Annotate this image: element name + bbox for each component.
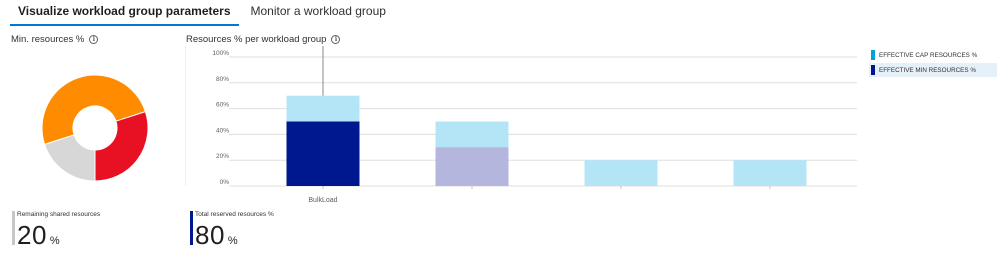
kpi-color-bar xyxy=(190,211,193,245)
donut-slice[interactable] xyxy=(94,110,148,181)
bar-effective-min[interactable] xyxy=(435,147,509,186)
legend-item-effective-min[interactable]: EFFECTIVE MIN RESOURCES % xyxy=(869,63,997,77)
legend-swatch xyxy=(871,65,875,75)
y-tick-label: 100% xyxy=(212,50,229,57)
x-tick-label: BulkLoad xyxy=(308,197,337,204)
min-resources-donut-chart xyxy=(42,75,148,181)
kpi-value: 80 xyxy=(195,220,225,250)
tab-bar: Visualize workload group parameters Moni… xyxy=(10,0,398,26)
legend-swatch xyxy=(871,50,875,60)
bar-effective-cap[interactable] xyxy=(733,160,807,186)
total-reserved-resources-kpi: Total reserved resources % 80% xyxy=(190,211,274,251)
bar-effective-cap[interactable] xyxy=(584,160,658,186)
kpi-color-bar xyxy=(12,211,15,245)
y-tick-label: 80% xyxy=(216,76,229,83)
y-tick-label: 20% xyxy=(216,153,229,160)
min-resources-title: Min. resources % i xyxy=(11,34,99,45)
y-tick-label: 60% xyxy=(216,102,229,109)
chart-title: Resources % per workload group i xyxy=(186,34,341,45)
min-resources-title-text: Min. resources % xyxy=(11,34,85,45)
y-tick-label: 40% xyxy=(216,127,229,134)
kpi-value: 20 xyxy=(17,220,47,250)
y-tick-label: 0% xyxy=(220,179,230,186)
kpi-label: Remaining shared resources xyxy=(17,211,101,218)
remaining-shared-resources-kpi: Remaining shared resources 20% xyxy=(12,211,100,251)
resources-per-workload-group-chart: 100% 80% 60% 40% 20% 0% BulkLoad xyxy=(185,46,857,204)
legend-label: EFFECTIVE CAP RESOURCES % xyxy=(879,51,978,59)
chart-title-text: Resources % per workload group xyxy=(186,34,327,45)
legend-item-effective-cap[interactable]: EFFECTIVE CAP RESOURCES % xyxy=(869,48,997,62)
chart-legend: EFFECTIVE CAP RESOURCES % EFFECTIVE MIN … xyxy=(869,48,997,78)
bar-effective-min[interactable] xyxy=(286,121,360,187)
info-icon[interactable]: i xyxy=(331,35,341,44)
kpi-unit: % xyxy=(49,235,60,247)
info-icon[interactable]: i xyxy=(89,35,99,44)
tab-visualize-workload-group-parameters[interactable]: Visualize workload group parameters xyxy=(10,0,239,26)
kpi-label: Total reserved resources % xyxy=(195,211,274,218)
legend-label: EFFECTIVE MIN RESOURCES % xyxy=(879,66,976,74)
tab-monitor-workload-group[interactable]: Monitor a workload group xyxy=(243,0,394,26)
kpi-unit: % xyxy=(227,235,238,247)
